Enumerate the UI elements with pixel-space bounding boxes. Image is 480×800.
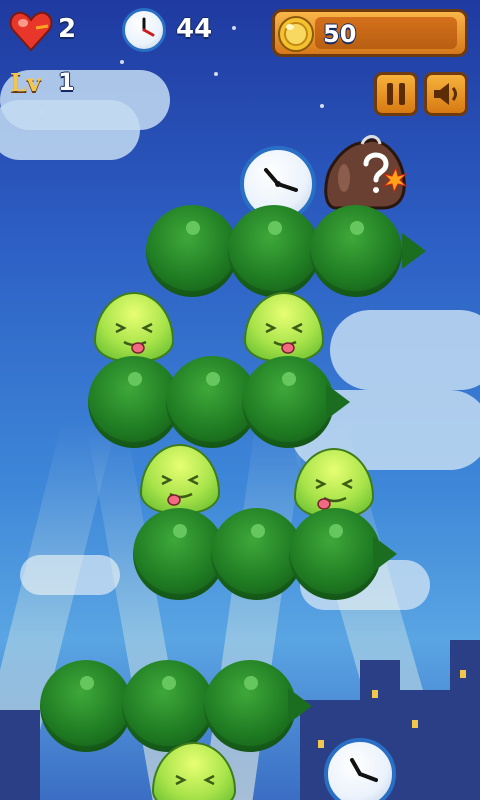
green-blob[interactable] <box>140 444 220 514</box>
coin-count: 50 <box>323 20 357 48</box>
pea <box>40 660 132 752</box>
building <box>450 640 480 800</box>
mystery-bag-item[interactable] <box>322 134 410 212</box>
game-stage: 2 44 50 Lv 1 <box>0 0 480 800</box>
cloud <box>0 100 140 160</box>
pea <box>228 205 320 297</box>
coin-counter: 50 <box>272 9 468 57</box>
pea-pod[interactable] <box>133 508 397 600</box>
star <box>232 26 236 30</box>
clock-icon <box>122 8 166 52</box>
pod-tip <box>288 688 312 724</box>
building-window <box>372 690 378 698</box>
mystery-bag-icon <box>324 135 408 210</box>
green-blob[interactable] <box>152 742 236 800</box>
clock-item[interactable] <box>324 738 396 800</box>
pea <box>204 660 296 752</box>
coin-icon <box>277 15 315 53</box>
building-window <box>460 670 466 678</box>
pea-pod[interactable] <box>88 356 350 448</box>
pod-tip <box>326 384 350 420</box>
pod-tip <box>402 233 426 269</box>
green-blob[interactable] <box>244 292 324 362</box>
speaker-icon <box>427 75 465 113</box>
blob-face-icon <box>161 474 199 506</box>
clock-icon <box>350 758 378 782</box>
level-label: Lv <box>10 68 41 97</box>
building <box>0 710 40 800</box>
pea <box>122 660 214 752</box>
timer-value: 44 <box>176 14 213 44</box>
pause-icon <box>377 75 415 113</box>
star <box>214 72 218 76</box>
blob-face-icon <box>115 322 153 354</box>
pea-pod[interactable] <box>40 660 312 752</box>
blob-face-icon <box>175 774 215 786</box>
cloud <box>330 310 480 390</box>
green-blob[interactable] <box>94 292 174 362</box>
pea <box>242 356 334 448</box>
level-value: 1 <box>58 68 75 96</box>
pause-button[interactable] <box>374 72 418 116</box>
sound-button[interactable] <box>424 72 468 116</box>
pea <box>146 205 238 297</box>
pea-pod[interactable] <box>146 205 436 297</box>
lives-count: 2 <box>58 14 77 44</box>
heart-icon <box>8 8 54 54</box>
star <box>320 104 324 108</box>
star <box>120 60 124 64</box>
blob-face-icon <box>265 322 303 354</box>
pea <box>310 205 402 297</box>
pod-tip <box>373 536 397 572</box>
building-window <box>318 740 324 748</box>
pea <box>289 508 381 600</box>
building <box>400 690 450 800</box>
building-window <box>412 720 418 728</box>
